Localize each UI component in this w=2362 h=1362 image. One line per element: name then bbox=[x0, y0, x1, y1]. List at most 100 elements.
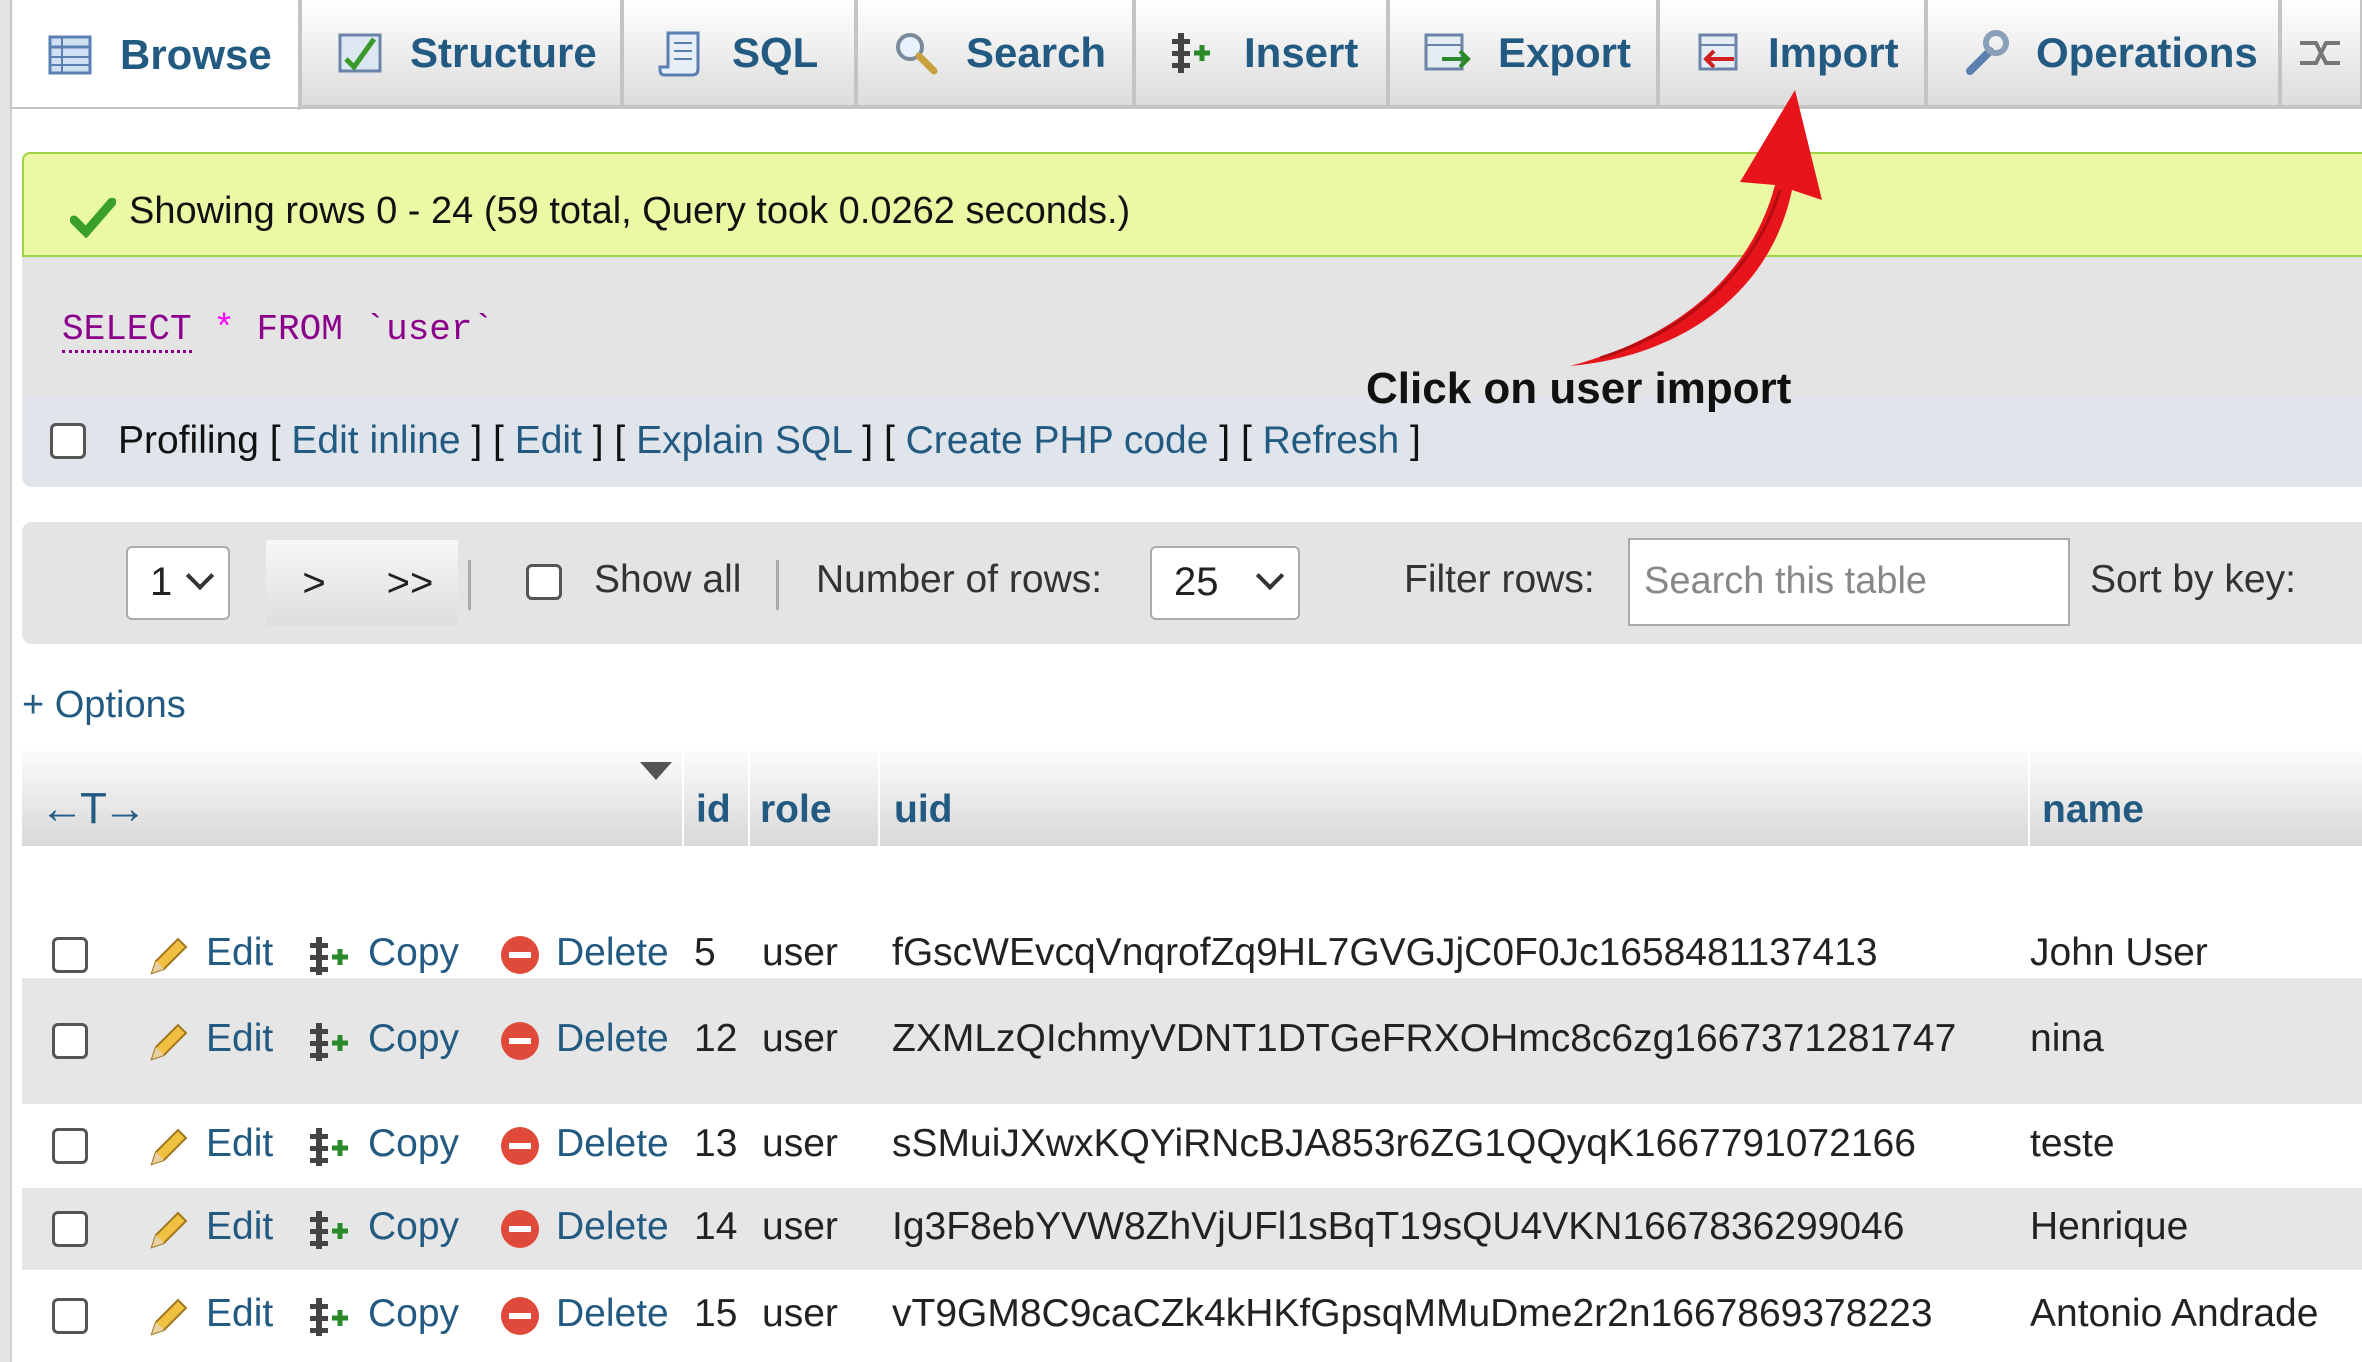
tab-search[interactable]: Search bbox=[856, 0, 1134, 107]
tab-insert[interactable]: Insert bbox=[1134, 0, 1388, 107]
sql-table-name: `user` bbox=[364, 309, 495, 350]
cell-uid[interactable]: vT9GM8C9caCZk4kHKfGpsqMMuDme2r2n16678693… bbox=[892, 1292, 1933, 1336]
sort-dropdown-icon[interactable] bbox=[640, 762, 672, 780]
show-all-checkbox[interactable] bbox=[526, 564, 562, 600]
tab-bar: Browse Structure SQL Search Insert Expor… bbox=[10, 0, 2362, 110]
cell-id[interactable]: 12 bbox=[694, 1017, 737, 1061]
separator bbox=[776, 560, 779, 610]
tab-operations[interactable]: Operations bbox=[1926, 0, 2280, 107]
edit-link[interactable]: Edit bbox=[515, 419, 582, 462]
cell-name[interactable]: John User bbox=[2030, 931, 2208, 975]
table-row: Edit Copy Delete 15 user vT9GM8C9caCZk4kHKfGp… bbox=[22, 1270, 2362, 1362]
cell-id[interactable]: 13 bbox=[694, 1122, 737, 1166]
tab-structure[interactable]: Structure bbox=[300, 0, 622, 107]
sql-keyword-select[interactable]: SELECT bbox=[62, 309, 192, 353]
header-id[interactable]: id bbox=[682, 742, 750, 846]
last-page-button[interactable]: >> bbox=[362, 540, 458, 626]
create-php-code-link[interactable]: Create PHP code bbox=[906, 419, 1209, 462]
edit-row-link[interactable]: Edit bbox=[206, 931, 273, 975]
checkmark-icon bbox=[70, 198, 116, 238]
copy-row-link[interactable]: Copy bbox=[368, 1122, 459, 1166]
sql-star: * bbox=[213, 309, 235, 350]
delete-row-link[interactable]: Delete bbox=[556, 1205, 669, 1249]
cell-id[interactable]: 15 bbox=[694, 1292, 737, 1336]
cell-role[interactable]: user bbox=[762, 931, 838, 975]
number-of-rows-select[interactable]: 25 bbox=[1150, 546, 1300, 620]
page-select[interactable]: 1 bbox=[126, 546, 230, 620]
filter-rows-label: Filter rows: bbox=[1404, 558, 1595, 601]
pagination-bar: 1 > >> Show all Number of rows: 25 Filte… bbox=[22, 522, 2362, 644]
sql-query: SELECT * FROM `user` bbox=[62, 309, 495, 353]
cell-name[interactable]: Antonio Andrade bbox=[2030, 1292, 2318, 1336]
copy-row-link[interactable]: Copy bbox=[368, 1205, 459, 1249]
column-header[interactable]: name bbox=[2042, 788, 2144, 832]
row-checkbox[interactable] bbox=[52, 1023, 88, 1059]
header-role[interactable]: role bbox=[748, 742, 880, 846]
row-checkbox[interactable] bbox=[52, 1211, 88, 1247]
edit-row-link[interactable]: Edit bbox=[206, 1205, 273, 1249]
chevron-down-icon bbox=[185, 561, 215, 591]
copy-row-link[interactable]: Copy bbox=[368, 1292, 459, 1336]
import-icon bbox=[1694, 29, 1742, 77]
routines-icon bbox=[2296, 29, 2344, 77]
tab-divider bbox=[10, 107, 2362, 109]
tab-browse[interactable]: Browse bbox=[10, 0, 300, 110]
delete-row-icon bbox=[501, 1210, 539, 1248]
edit-inline-link[interactable]: Edit inline bbox=[291, 419, 460, 462]
cell-role[interactable]: user bbox=[762, 1205, 838, 1249]
header-uid[interactable]: uid bbox=[878, 742, 2030, 846]
row-checkbox[interactable] bbox=[52, 1298, 88, 1334]
row-checkbox[interactable] bbox=[52, 1128, 88, 1164]
cell-id[interactable]: 5 bbox=[694, 931, 716, 975]
cell-role[interactable]: user bbox=[762, 1292, 838, 1336]
cell-name[interactable]: nina bbox=[2030, 1017, 2104, 1061]
cell-uid[interactable]: fGscWEvcqVnqrofZq9HL7GVGJjC0F0Jc16584811… bbox=[892, 931, 1878, 975]
column-header[interactable]: id bbox=[696, 788, 731, 832]
table-header: ←T→ id role uid name bbox=[22, 742, 2362, 846]
column-header[interactable]: uid bbox=[894, 788, 952, 832]
delete-row-link[interactable]: Delete bbox=[556, 1017, 669, 1061]
copy-row-icon bbox=[310, 1211, 348, 1249]
cell-role[interactable]: user bbox=[762, 1122, 838, 1166]
cell-uid[interactable]: sSMuiJXwxKQYiRNcBJA853r6ZG1QQyqK16677910… bbox=[892, 1122, 1916, 1166]
profiling-label: Profiling bbox=[118, 419, 259, 462]
magnifier-icon bbox=[892, 29, 940, 77]
tab-sql[interactable]: SQL bbox=[622, 0, 856, 107]
edit-row-link[interactable]: Edit bbox=[206, 1017, 273, 1061]
success-message: Showing rows 0 - 24 (59 total, Query too… bbox=[129, 190, 1131, 232]
table-row: Edit Copy Delete 14 user Ig3F8ebYVW8ZhVjUFl1s… bbox=[22, 1188, 2362, 1270]
next-page-button[interactable]: > bbox=[266, 540, 362, 626]
copy-row-link[interactable]: Copy bbox=[368, 931, 459, 975]
profiling-links: Profiling [ Edit inline ] [ Edit ] [ Exp… bbox=[118, 419, 1421, 462]
edit-row-link[interactable]: Edit bbox=[206, 1122, 273, 1166]
page-select-value: 1 bbox=[150, 560, 173, 604]
column-resize-arrows-icon[interactable]: ←T→ bbox=[40, 784, 147, 834]
profiling-checkbox[interactable] bbox=[50, 423, 86, 459]
cell-name[interactable]: teste bbox=[2030, 1122, 2115, 1166]
sql-scroll-icon bbox=[658, 29, 706, 77]
refresh-link[interactable]: Refresh bbox=[1263, 419, 1400, 462]
row-checkbox[interactable] bbox=[52, 937, 88, 973]
delete-row-link[interactable]: Delete bbox=[556, 1292, 669, 1336]
copy-row-icon bbox=[310, 1023, 348, 1061]
copy-row-link[interactable]: Copy bbox=[368, 1017, 459, 1061]
delete-row-link[interactable]: Delete bbox=[556, 1122, 669, 1166]
tab-more[interactable] bbox=[2280, 0, 2362, 107]
filter-rows-input[interactable]: Search this table bbox=[1628, 538, 2070, 626]
cell-uid[interactable]: Ig3F8ebYVW8ZhVjUFl1sBqT19sQU4VKN16678362… bbox=[892, 1205, 1904, 1249]
cell-id[interactable]: 14 bbox=[694, 1205, 737, 1249]
delete-row-link[interactable]: Delete bbox=[556, 931, 669, 975]
header-name[interactable]: name bbox=[2028, 742, 2362, 846]
cell-role[interactable]: user bbox=[762, 1017, 838, 1061]
red-annotation-arrow-icon bbox=[1570, 90, 1822, 366]
cell-uid[interactable]: ZXMLzQIchmyVDNT1DTGeFRXOHmc8c6zg16673712… bbox=[892, 1017, 1956, 1061]
sort-by-key-label: Sort by key: bbox=[2090, 558, 2296, 601]
edit-row-link[interactable]: Edit bbox=[206, 1292, 273, 1336]
explain-sql-link[interactable]: Explain SQL bbox=[636, 419, 851, 462]
separator bbox=[468, 560, 471, 610]
tab-label: Structure bbox=[410, 28, 597, 76]
column-header[interactable]: role bbox=[760, 788, 832, 832]
tab-label: Insert bbox=[1244, 28, 1359, 76]
cell-name[interactable]: Henrique bbox=[2030, 1205, 2188, 1249]
options-link[interactable]: + Options bbox=[22, 684, 186, 727]
